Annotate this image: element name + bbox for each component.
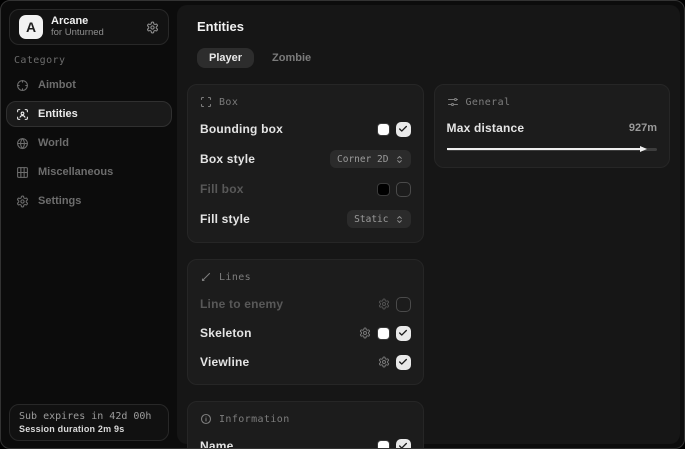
tab-player[interactable]: Player bbox=[197, 48, 254, 68]
option-label: Fill box bbox=[200, 182, 244, 196]
app-subtitle: for Unturned bbox=[51, 28, 104, 39]
gear-icon[interactable] bbox=[378, 298, 390, 310]
sidebar-item-label: Miscellaneous bbox=[38, 166, 113, 178]
checkbox[interactable] bbox=[396, 182, 411, 197]
subscription-card: Sub expires in 42d 00h Session duration … bbox=[9, 404, 169, 441]
layout-icon bbox=[16, 166, 29, 179]
option-label: Name bbox=[200, 439, 233, 449]
content-columns: Box Bounding box Box style bbox=[187, 84, 670, 449]
sliders-icon bbox=[447, 96, 459, 108]
option-label: Max distance bbox=[447, 121, 525, 135]
color-swatch[interactable] bbox=[377, 123, 390, 136]
box-card: Box Bounding box Box style bbox=[187, 84, 424, 243]
option-label: Bounding box bbox=[200, 122, 283, 136]
sidebar-nav: Aimbot Entities World Miscellaneous bbox=[6, 72, 172, 214]
lines-card-header: Lines bbox=[200, 271, 411, 283]
option-row-skeleton: Skeleton bbox=[200, 325, 411, 341]
option-row-viewline: Viewline bbox=[200, 354, 411, 370]
max-distance-row: Max distance 927m bbox=[447, 121, 658, 135]
brand-text: Arcane for Unturned bbox=[51, 15, 104, 39]
card-title: Lines bbox=[219, 272, 251, 283]
max-distance-value: 927m bbox=[629, 122, 657, 134]
card-title: General bbox=[466, 97, 511, 108]
color-swatch[interactable] bbox=[377, 440, 390, 449]
sidebar-item-entities[interactable]: Entities bbox=[6, 101, 172, 127]
gear-icon[interactable] bbox=[146, 21, 159, 34]
color-swatch[interactable] bbox=[377, 327, 390, 340]
sidebar-item-world[interactable]: World bbox=[6, 130, 172, 156]
general-card: General Max distance 927m bbox=[434, 84, 671, 168]
tab-bar: Player Zombie bbox=[197, 48, 670, 68]
fill-style-select[interactable]: Static bbox=[347, 210, 410, 228]
box-style-select[interactable]: Corner 2D bbox=[330, 150, 410, 168]
option-row-name: Name bbox=[200, 438, 411, 449]
sidebar-item-aimbot[interactable]: Aimbot bbox=[6, 72, 172, 98]
general-card-header: General bbox=[447, 96, 658, 108]
card-title: Information bbox=[219, 414, 290, 425]
app-logo: A bbox=[19, 15, 43, 39]
sidebar-item-settings[interactable]: Settings bbox=[6, 188, 172, 214]
checkbox[interactable] bbox=[396, 355, 411, 370]
brand-card: A Arcane for Unturned bbox=[9, 9, 169, 45]
tab-zombie[interactable]: Zombie bbox=[260, 48, 323, 68]
option-row-fill-box: Fill box bbox=[200, 181, 411, 197]
select-value: Static bbox=[354, 214, 388, 225]
box-card-header: Box bbox=[200, 96, 411, 108]
main-panel: Entities Player Zombie Box Bounding box bbox=[177, 5, 680, 444]
sidebar: A Arcane for Unturned Category Aimbot bbox=[1, 1, 177, 448]
option-label: Viewline bbox=[200, 355, 249, 369]
sidebar-item-label: Aimbot bbox=[38, 79, 76, 91]
session-duration-text: Session duration 2m 9s bbox=[19, 424, 159, 434]
information-card: Information Name Distance bbox=[187, 401, 424, 449]
left-column: Box Bounding box Box style bbox=[187, 84, 424, 449]
sidebar-item-miscellaneous[interactable]: Miscellaneous bbox=[6, 159, 172, 185]
option-row-bounding-box: Bounding box bbox=[200, 121, 411, 137]
slider-fill bbox=[447, 148, 642, 150]
information-card-header: Information bbox=[200, 413, 411, 425]
slider-thumb[interactable] bbox=[640, 146, 647, 152]
category-label: Category bbox=[14, 55, 65, 66]
option-label: Fill style bbox=[200, 212, 250, 226]
checkbox[interactable] bbox=[396, 326, 411, 341]
sub-expiry-text: Sub expires in 42d 00h bbox=[19, 411, 159, 422]
chevrons-up-down-icon bbox=[395, 215, 404, 224]
option-row-fill-style: Fill style Static bbox=[200, 210, 411, 228]
checkbox[interactable] bbox=[396, 297, 411, 312]
checkbox[interactable] bbox=[396, 439, 411, 449]
info-icon bbox=[200, 413, 212, 425]
right-column: General Max distance 927m bbox=[434, 84, 671, 168]
option-row-line-to-enemy: Line to enemy bbox=[200, 296, 411, 312]
card-title: Box bbox=[219, 97, 238, 108]
option-row-box-style: Box style Corner 2D bbox=[200, 150, 411, 168]
app-title: Arcane bbox=[51, 15, 104, 28]
globe-icon bbox=[16, 137, 29, 150]
crosshair-icon bbox=[16, 79, 29, 92]
person-scan-icon bbox=[16, 108, 29, 121]
option-label: Line to enemy bbox=[200, 297, 283, 311]
sidebar-item-label: Settings bbox=[38, 195, 81, 207]
color-swatch[interactable] bbox=[377, 183, 390, 196]
lines-card: Lines Line to enemy bbox=[187, 259, 424, 385]
sidebar-item-label: World bbox=[38, 137, 69, 149]
option-label: Skeleton bbox=[200, 326, 252, 340]
chevrons-up-down-icon bbox=[395, 155, 404, 164]
gear-icon bbox=[16, 195, 29, 208]
scan-icon bbox=[200, 96, 212, 108]
gear-icon[interactable] bbox=[378, 356, 390, 368]
page-title: Entities bbox=[197, 19, 670, 34]
option-label: Box style bbox=[200, 152, 255, 166]
line-icon bbox=[200, 271, 212, 283]
sidebar-item-label: Entities bbox=[38, 108, 78, 120]
gear-icon[interactable] bbox=[359, 327, 371, 339]
max-distance-slider[interactable] bbox=[447, 145, 658, 153]
select-value: Corner 2D bbox=[337, 154, 388, 165]
checkbox[interactable] bbox=[396, 122, 411, 137]
app-window: A Arcane for Unturned Category Aimbot bbox=[0, 0, 685, 449]
